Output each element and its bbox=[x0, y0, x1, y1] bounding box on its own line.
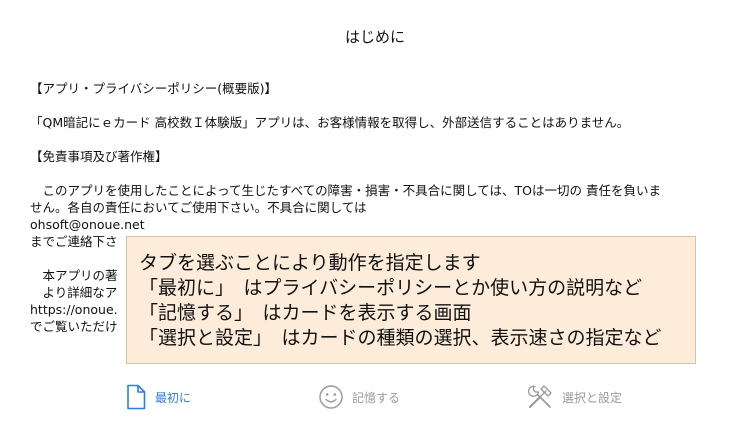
tab-settings-label: 選択と設定 bbox=[562, 390, 623, 405]
tab-memorize-label: 記憶する bbox=[352, 390, 401, 405]
tab-start[interactable]: 最初に bbox=[125, 382, 191, 412]
tab-memorize[interactable]: 記憶する bbox=[318, 382, 400, 412]
disclaimer-line-2: せん。各自の責任においてご使用下さい。不具合に関しては bbox=[30, 200, 367, 215]
disclaimer-line-1: このアプリを使用したことによって生じたすべての障害・損害・不具合に関しては、TO… bbox=[30, 183, 661, 198]
tab-bar: 最初に 記憶する 選択と設定 bbox=[0, 372, 750, 422]
help-line-4: 「選択と設定」 はカードの種類の選択、表示速さの指定など bbox=[139, 327, 662, 349]
help-line-1: タブを選ぶことにより動作を指定します bbox=[139, 252, 481, 274]
tools-icon bbox=[527, 385, 552, 409]
help-line-2: 「最初に」 はプライバシーポリシーとか使い方の説明など bbox=[139, 277, 643, 299]
contact-email: ohsoft@onoue.net bbox=[30, 217, 145, 232]
privacy-text: 「QM暗記にｅカード 高校数Ｉ体験版」アプリは、お客様情報を取得し、外部送信する… bbox=[30, 115, 630, 130]
help-overlay: タブを選ぶことにより動作を指定します 「最初に」 はプライバシーポリシーとか使い… bbox=[126, 236, 696, 364]
tab-settings[interactable]: 選択と設定 bbox=[526, 382, 622, 412]
disclaimer-heading: 【免責事項及び著作権】 bbox=[30, 149, 168, 164]
help-line-3: 「記憶する」 はカードを表示する画面 bbox=[139, 302, 472, 324]
privacy-heading: 【アプリ・プライバシーポリシー(概要版)】 bbox=[30, 81, 278, 96]
smiley-icon bbox=[319, 385, 343, 409]
page-title: はじめに bbox=[344, 28, 405, 46]
tab-start-label: 最初に bbox=[155, 390, 192, 405]
document-icon bbox=[127, 384, 146, 410]
